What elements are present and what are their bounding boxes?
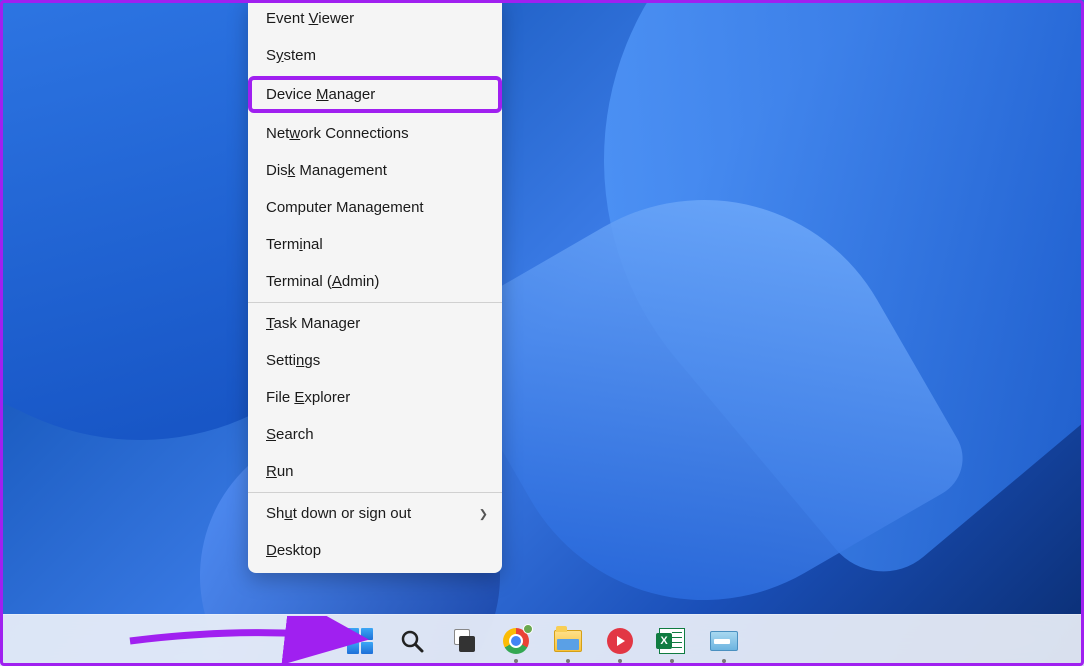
- taskbar-app-red[interactable]: [606, 627, 634, 655]
- menu-separator: [248, 492, 502, 493]
- windows-logo-icon: [347, 628, 373, 654]
- menu-item-computer-management[interactable]: Computer Management: [248, 189, 502, 226]
- menu-item-run[interactable]: Run: [248, 453, 502, 490]
- folder-icon: [554, 630, 582, 652]
- menu-item-file-explorer[interactable]: File Explorer: [248, 379, 502, 416]
- task-view-icon: [451, 628, 477, 654]
- menu-item-terminal-admin[interactable]: Terminal (Admin): [248, 263, 502, 300]
- menu-item-terminal[interactable]: Terminal: [248, 226, 502, 263]
- chrome-icon: [503, 628, 529, 654]
- desktop: Event Viewer System Device Manager Netwo…: [0, 0, 1084, 666]
- taskbar-app-run[interactable]: [710, 627, 738, 655]
- start-button[interactable]: [346, 627, 374, 655]
- taskbar-app-chrome[interactable]: [502, 627, 530, 655]
- search-icon: [399, 628, 425, 654]
- menu-item-system[interactable]: System: [248, 37, 502, 74]
- chevron-right-icon: ❯: [479, 507, 488, 520]
- menu-item-event-viewer[interactable]: Event Viewer: [248, 0, 502, 37]
- taskbar-search-button[interactable]: [398, 627, 426, 655]
- taskbar-app-file-explorer[interactable]: [554, 627, 582, 655]
- red-circle-icon: [607, 628, 633, 654]
- menu-item-device-manager[interactable]: Device Manager: [248, 76, 502, 113]
- menu-separator: [248, 302, 502, 303]
- run-dialog-icon: [710, 631, 738, 651]
- taskbar-app-excel[interactable]: X: [658, 627, 686, 655]
- menu-item-desktop[interactable]: Desktop: [248, 532, 502, 573]
- menu-item-network-connections[interactable]: Network Connections: [248, 115, 502, 152]
- menu-item-search[interactable]: Search: [248, 416, 502, 453]
- menu-item-shutdown-signout[interactable]: Shut down or sign out ❯: [248, 495, 502, 532]
- excel-icon: X: [659, 628, 685, 654]
- menu-item-task-manager[interactable]: Task Manager: [248, 305, 502, 342]
- winx-context-menu: Event Viewer System Device Manager Netwo…: [248, 0, 502, 573]
- menu-item-settings[interactable]: Settings: [248, 342, 502, 379]
- taskbar: X: [0, 614, 1084, 666]
- task-view-button[interactable]: [450, 627, 478, 655]
- menu-item-disk-management[interactable]: Disk Management: [248, 152, 502, 189]
